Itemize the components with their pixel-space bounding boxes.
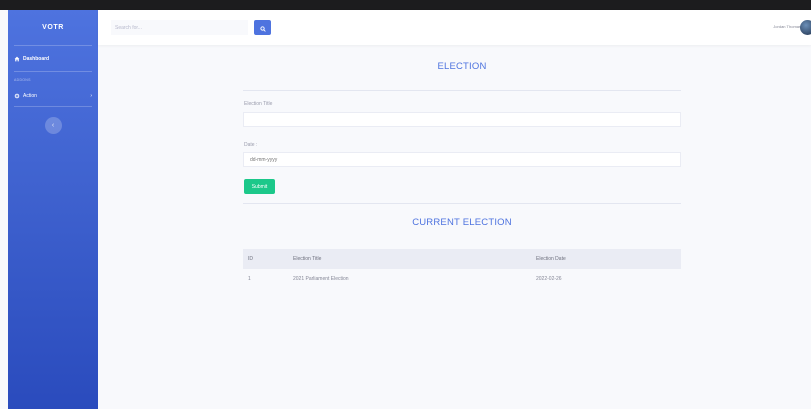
sidebar-toggle-button[interactable]: ‹ — [44, 117, 62, 134]
sidebar-item-label: Action — [23, 93, 37, 99]
sidebar-item-action[interactable]: Action › — [8, 86, 98, 106]
election-title-input[interactable] — [243, 112, 681, 127]
sidebar-brand[interactable]: VOTR — [8, 10, 98, 45]
main-content: ELECTION Election Title Date : Submit CU… — [243, 45, 681, 282]
sidebar-divider — [14, 106, 92, 107]
cell-id: 1 — [248, 276, 251, 282]
submit-button[interactable]: Submit — [244, 179, 275, 194]
column-header-title: Election Title — [293, 256, 322, 262]
avatar[interactable] — [800, 20, 811, 35]
date-label: Date : — [244, 142, 258, 148]
current-election-title: CURRENT ELECTION — [412, 217, 512, 228]
user-name[interactable]: Jordan Thomas — [773, 24, 801, 29]
dashboard-icon — [14, 56, 20, 62]
election-title-label: Election Title — [244, 101, 273, 107]
sidebar-item-dashboard[interactable]: Dashboard — [8, 46, 98, 71]
sidebar-item-label: Dashboard — [23, 55, 50, 62]
sidebar-heading: ADDONS — [14, 78, 31, 82]
gear-icon — [14, 93, 20, 99]
divider — [243, 203, 681, 204]
column-header-date: Election Date — [536, 256, 566, 262]
window-top-strip — [0, 0, 811, 10]
topbar: Jordan Thomas — [98, 10, 811, 45]
table-header: ID Election Title Election Date — [243, 249, 681, 269]
date-input[interactable] — [243, 152, 681, 167]
chevron-right-icon: › — [90, 93, 92, 99]
column-header-id: ID — [248, 256, 253, 262]
search-input[interactable] — [111, 20, 248, 35]
election-form-title: ELECTION — [437, 61, 487, 72]
search-icon — [259, 20, 266, 35]
search-button[interactable] — [254, 20, 271, 35]
cell-title: 2021 Parliament Election — [293, 276, 349, 282]
table-row: 1 2021 Parliament Election 2022-02-26 — [243, 269, 681, 289]
cell-date: 2022-02-26 — [536, 276, 562, 282]
sidebar: VOTR Dashboard ADDONS Action › ‹ — [8, 10, 98, 409]
current-election-table: ID Election Title Election Date 1 2021 P… — [243, 249, 681, 289]
divider — [243, 90, 681, 91]
